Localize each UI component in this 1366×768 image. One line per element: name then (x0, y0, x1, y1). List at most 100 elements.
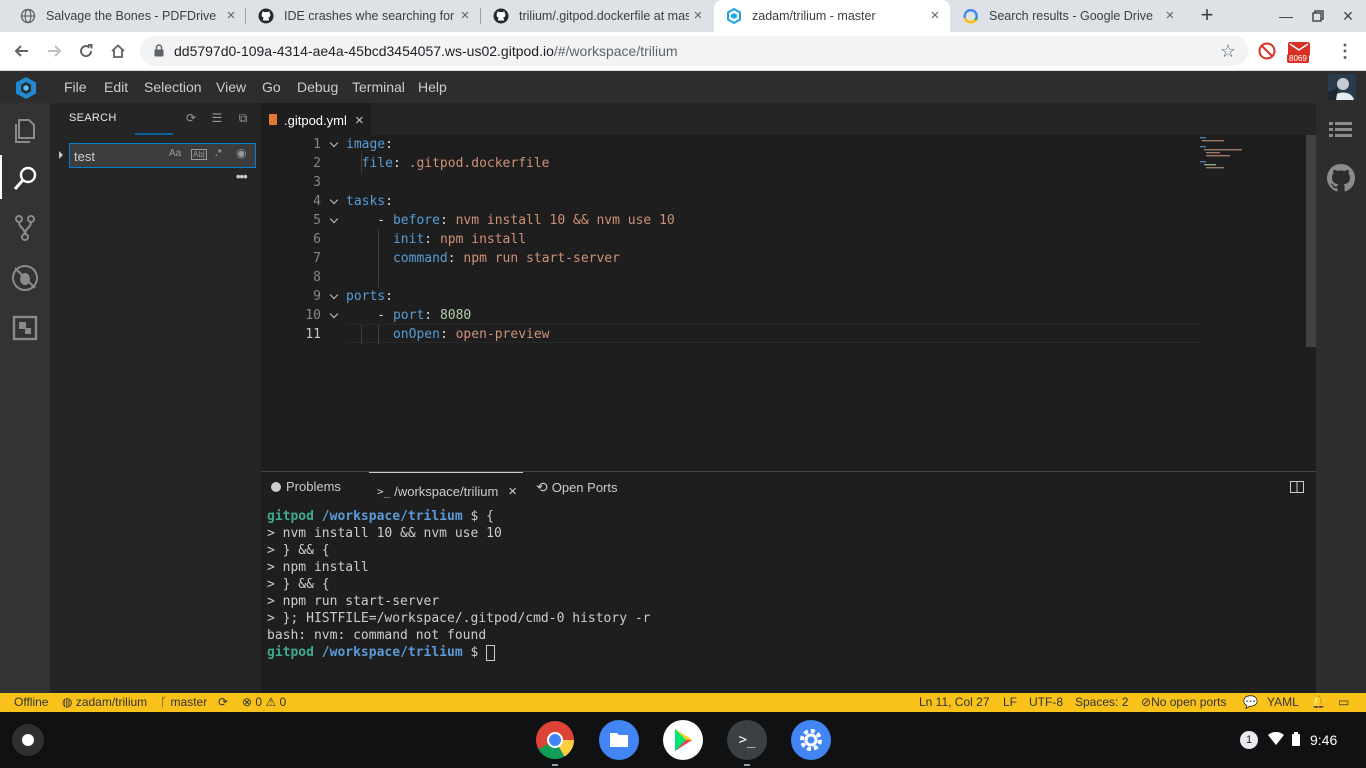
language-mode[interactable]: YAML (1267, 695, 1299, 709)
code-line[interactable]: 3 (261, 173, 1306, 192)
play-store-icon[interactable] (663, 720, 703, 760)
editor-scrollbar[interactable] (1306, 135, 1316, 347)
feedback-icon[interactable]: 💬 (1243, 695, 1258, 709)
reload-icon[interactable] (75, 40, 97, 62)
extensions-icon[interactable] (10, 313, 40, 343)
fold-chevron-icon[interactable] (329, 138, 339, 148)
minimize-icon[interactable]: — (1276, 6, 1296, 26)
fold-chevron-icon[interactable] (329, 309, 339, 319)
toggle-replace-icon[interactable] (59, 151, 63, 159)
code-line[interactable]: 2 file: .gitpod.dockerfile (261, 154, 1306, 173)
source-control-icon[interactable] (10, 213, 40, 243)
tab-title: IDE crashes whe searching for strings (284, 9, 454, 23)
github-icon[interactable] (1326, 163, 1356, 193)
running-indicator (744, 764, 750, 766)
terminal-output[interactable]: gitpod /workspace/trilium $ {> nvm insta… (267, 508, 651, 661)
browser-tab[interactable]: IDE crashes whe searching for strings × (246, 0, 480, 32)
regex-icon[interactable]: .* (215, 148, 222, 159)
code-line[interactable]: 9 ports: (261, 287, 1306, 306)
close-icon[interactable]: × (458, 8, 472, 23)
more-options-icon[interactable]: ••• (236, 169, 248, 184)
avatar[interactable] (1328, 74, 1356, 100)
repo-status[interactable]: ◍ zadam/trilium (62, 695, 147, 709)
ports-status[interactable]: ⊘No open ports (1141, 695, 1226, 709)
fold-chevron-icon[interactable] (329, 214, 339, 224)
forward-arrow-icon[interactable] (43, 40, 65, 62)
eye-icon[interactable]: ◉ (236, 146, 246, 160)
problems-status[interactable]: ⊗ 0 ⚠ 0 (242, 695, 286, 709)
code-line[interactable]: 11 onOpen: open-preview (261, 325, 1306, 344)
code-line[interactable]: 7 command: npm run start-server (261, 249, 1306, 268)
indentation[interactable]: Spaces: 2 (1075, 695, 1128, 709)
panel-toggle-icon[interactable]: ▭ (1338, 695, 1349, 709)
debug-icon[interactable] (10, 263, 40, 293)
back-arrow-icon[interactable] (11, 40, 33, 62)
line-ending[interactable]: LF (1003, 695, 1017, 709)
code-line[interactable]: 6 init: npm install (261, 230, 1306, 249)
home-icon[interactable] (107, 40, 129, 62)
menu-file[interactable]: File (64, 79, 87, 95)
collapse-all-icon[interactable]: ⧉ (236, 111, 250, 125)
chrome-icon[interactable] (535, 720, 575, 760)
tab-problems[interactable]: Problems (271, 479, 341, 494)
notification-bell-icon[interactable]: 🔔 (1311, 695, 1326, 709)
close-icon[interactable]: × (691, 8, 705, 23)
github-icon (493, 8, 509, 24)
close-icon[interactable]: × (508, 483, 517, 500)
offline-status[interactable]: Offline (14, 695, 48, 709)
match-case-icon[interactable]: Aa (169, 148, 181, 159)
menu-selection[interactable]: Selection (144, 79, 202, 95)
menu-view[interactable]: View (216, 79, 246, 95)
branch-status[interactable]: ᚴ master (160, 695, 207, 709)
match-whole-word-icon[interactable]: Ab| (191, 149, 207, 160)
launcher-icon[interactable] (12, 724, 44, 756)
menu-terminal[interactable]: Terminal (352, 79, 405, 95)
close-icon[interactable]: × (224, 8, 238, 23)
close-icon[interactable]: × (355, 112, 364, 129)
terminal-line: bash: nvm: command not found (267, 628, 487, 643)
close-window-icon[interactable]: × (1338, 6, 1358, 26)
browser-tab[interactable]: Salvage the Bones - PDFDrive.com × (8, 0, 246, 32)
code-line[interactable]: 1 image: (261, 135, 1306, 154)
lock-icon (154, 44, 164, 57)
restore-icon[interactable] (1308, 6, 1328, 26)
fold-chevron-icon[interactable] (329, 290, 339, 300)
search-field[interactable]: Aa Ab| .* ◉ (69, 143, 256, 168)
search-input[interactable] (74, 147, 164, 165)
menu-help[interactable]: Help (418, 79, 447, 95)
more-menu-icon[interactable]: ⋮ (1334, 40, 1356, 62)
outline-list-icon[interactable] (1326, 115, 1356, 145)
terminal-icon[interactable]: >_ (727, 720, 767, 760)
fold-chevron-icon[interactable] (329, 195, 339, 205)
refresh-icon[interactable]: ⟳ (184, 111, 198, 125)
file-encoding[interactable]: UTF-8 (1029, 695, 1063, 709)
tab-open-ports[interactable]: ⟲ Open Ports (536, 479, 618, 496)
extension-icon[interactable] (1258, 42, 1276, 65)
code-line[interactable]: 8 (261, 268, 1306, 287)
sync-icon[interactable]: ⟳ (218, 695, 228, 709)
code-line[interactable]: 4 tasks: (261, 192, 1306, 211)
cursor-position[interactable]: Ln 11, Col 27 (919, 695, 990, 709)
toggle-maximize-panel-icon[interactable] (1290, 480, 1304, 498)
menu-debug[interactable]: Debug (297, 79, 338, 95)
code-line[interactable]: 10 - port: 8080 (261, 306, 1306, 325)
bookmark-star-icon[interactable]: ☆ (1220, 41, 1236, 62)
new-tab-button[interactable]: + (1196, 4, 1218, 27)
files-icon[interactable] (599, 720, 639, 760)
browser-tab[interactable]: trilium/.gitpod.dockerfile at master × (481, 0, 713, 32)
browser-tab[interactable]: Search results - Google Drive × (951, 0, 1185, 32)
editor-tab-gitpod-yml[interactable]: .gitpod.yml × (261, 103, 371, 135)
browser-tab-active[interactable]: zadam/trilium - master × (714, 0, 950, 32)
search-icon[interactable] (10, 163, 40, 193)
status-tray[interactable]: 1 9:46 (1240, 726, 1337, 754)
menu-edit[interactable]: Edit (104, 79, 128, 95)
close-icon[interactable]: × (928, 8, 942, 23)
tab-terminal[interactable]: >_ /workspace/trilium × (369, 472, 524, 502)
code-line[interactable]: 5 - before: nvm install 10 && nvm use 10 (261, 211, 1306, 230)
settings-icon[interactable] (791, 720, 831, 760)
clear-results-icon[interactable]: ☰ (210, 111, 224, 125)
close-icon[interactable]: × (1163, 8, 1177, 23)
address-bar[interactable]: dd5797d0-109a-4314-ae4a-45bcd3454057.ws-… (140, 36, 1248, 66)
explorer-files-icon[interactable] (10, 115, 40, 145)
menu-go[interactable]: Go (262, 79, 281, 95)
